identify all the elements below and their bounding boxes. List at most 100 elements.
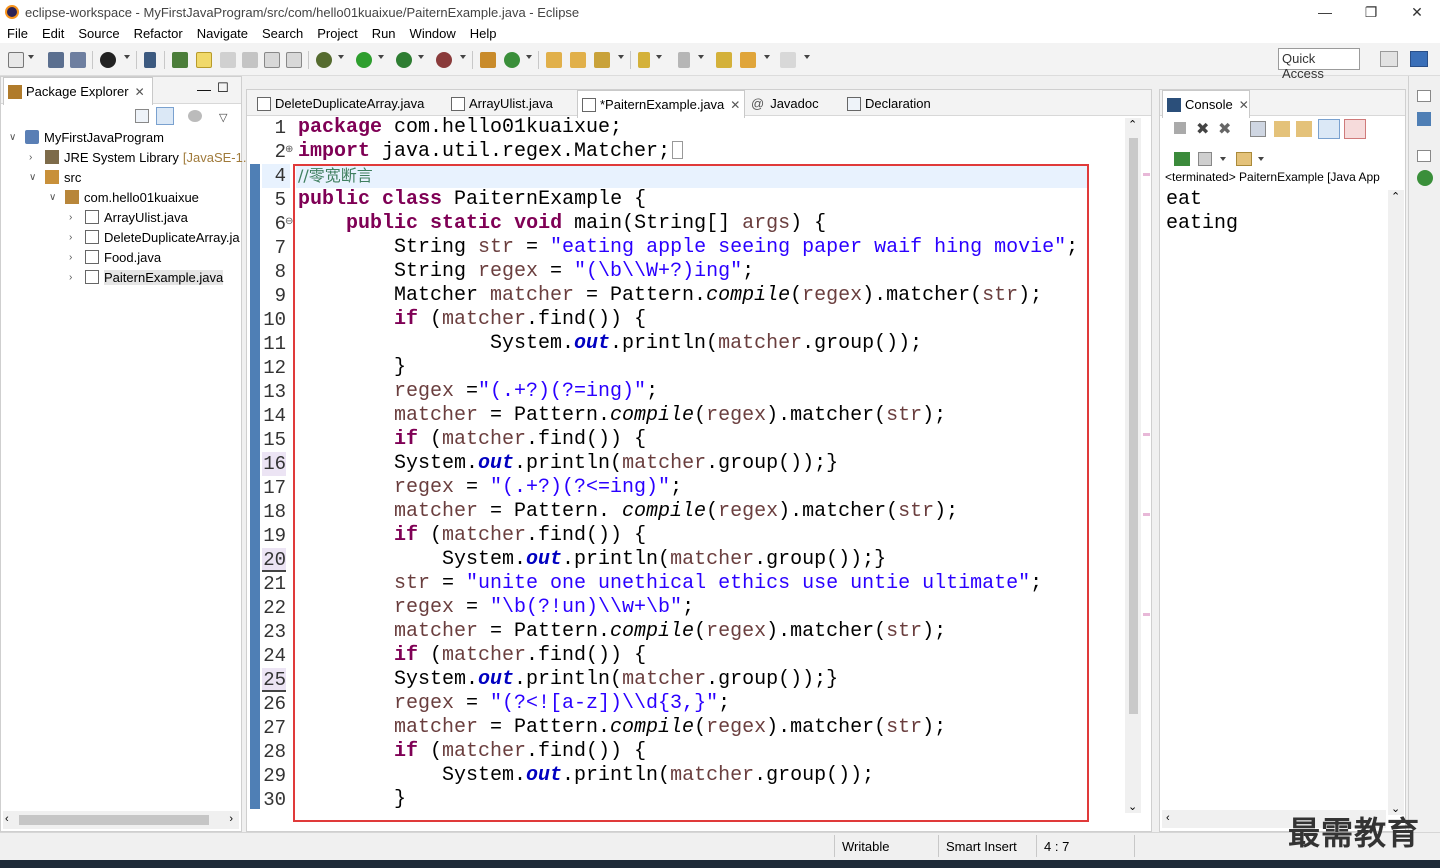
open-folder-icon[interactable] [546,52,562,68]
previous-annotation-icon[interactable] [678,52,690,68]
folded-block-icon[interactable] [672,141,684,159]
open-search-icon[interactable] [570,52,586,68]
next-annotation-dropdown-icon[interactable] [656,55,662,59]
restore-view-icon[interactable] [1417,90,1431,102]
tree-item-package[interactable]: ∨ com.hello01kuaixue [49,187,199,207]
forward-dropdown-icon[interactable] [804,55,810,59]
menu-project[interactable]: Project [310,26,364,41]
focus-active-task-icon[interactable] [188,110,202,122]
open-type-icon[interactable] [172,52,188,68]
scrollbar-thumb[interactable] [19,815,209,825]
tree-item-food[interactable]: › Food.java [69,247,161,267]
search-pen-icon[interactable] [594,52,610,68]
restore-button[interactable]: ❐ [1348,0,1394,24]
new-java-package-icon[interactable] [480,52,496,68]
new-dropdown-icon[interactable] [28,55,34,59]
open-task-icon[interactable] [100,52,116,68]
tree-item-jre-library[interactable]: › JRE System Library [JavaSE-1. [29,147,246,167]
show-whitespace-icon[interactable] [242,52,258,68]
new-icon[interactable] [8,52,24,68]
close-icon[interactable]: ✕ [1239,98,1249,112]
expand-arrow-icon[interactable]: › [69,252,79,263]
open-console-dropdown-icon[interactable] [1258,157,1264,161]
tree-item-src[interactable]: ∨ src [29,167,81,187]
expand-fold-icon[interactable]: ⊕ [285,144,293,155]
minimize-button[interactable]: — [1302,0,1348,24]
tab-declaration[interactable]: Declaration [843,90,953,117]
scroll-lock-icon[interactable] [1274,121,1290,137]
view-menu-icon[interactable]: ▽ [219,111,227,124]
task-list-icon[interactable] [1417,170,1433,186]
word-wrap-icon[interactable] [264,52,280,68]
last-edit-location-icon[interactable] [716,52,732,68]
clear-console-icon[interactable] [1250,121,1266,137]
restore-view-icon[interactable] [1417,150,1431,162]
pin-console-icon[interactable] [1174,152,1190,166]
maximize-view-icon[interactable]: ☐ [217,80,229,96]
expand-arrow-icon[interactable]: › [69,212,79,223]
link-with-editor-icon[interactable] [156,107,174,125]
expand-arrow-icon[interactable]: › [69,232,79,243]
tree-item-project[interactable]: ∨ MyFirstJavaProgram [9,127,164,147]
run-icon[interactable] [356,52,372,68]
menu-search[interactable]: Search [255,26,310,41]
horizontal-scrollbar[interactable]: ‹ › [3,811,239,829]
run-dropdown-icon[interactable] [378,55,384,59]
tab-javadoc[interactable]: @ Javadoc [747,90,837,117]
expand-arrow-icon[interactable]: › [69,272,79,283]
minimize-view-icon[interactable]: — [197,81,211,97]
tab-arrayulist[interactable]: ArrayUlist.java [447,90,573,117]
debug-icon[interactable] [316,52,332,68]
collapse-all-icon[interactable] [135,109,149,123]
debug-dropdown-icon[interactable] [338,55,344,59]
tab-paiternexample[interactable]: *PaiternExample.java ✕ [577,90,745,118]
expand-arrow-icon[interactable]: › [29,152,39,163]
tree-item-deleteduplicatearray[interactable]: › DeleteDuplicateArray.ja [69,227,240,247]
tab-deleteduplicatearray[interactable]: DeleteDuplicateArray.java [253,90,435,117]
close-icon[interactable]: ✕ [730,98,740,112]
tab-console[interactable]: Console ✕ [1162,90,1250,118]
save-icon[interactable] [48,52,64,68]
outline-view-icon[interactable] [1417,112,1431,126]
coverage-icon[interactable] [396,52,412,68]
task-dropdown-icon[interactable] [124,55,130,59]
open-console-icon[interactable] [1236,152,1252,166]
save-all-icon[interactable] [70,52,86,68]
external-tools-icon[interactable] [436,52,452,68]
previous-annotation-dropdown-icon[interactable] [698,55,704,59]
quick-access-input[interactable]: Quick Access [1278,48,1360,81]
mark-occurrences-icon[interactable] [196,52,212,68]
tree-item-paiternexample[interactable]: › PaiternExample.java [69,267,224,287]
remove-all-terminated-icon[interactable]: ✖ [1218,119,1231,139]
pilcrow-icon[interactable] [286,52,302,68]
display-console-dropdown-icon[interactable] [1220,157,1226,161]
overview-ruler[interactable] [1143,118,1151,813]
scrollbar-thumb[interactable] [1129,138,1138,714]
remove-launch-icon[interactable]: ✖ [1196,119,1209,139]
coverage-dropdown-icon[interactable] [418,55,424,59]
word-wrap-console-icon[interactable] [1296,121,1312,137]
back-icon[interactable] [740,52,756,68]
new-java-class-icon[interactable] [504,52,520,68]
show-stdout-icon[interactable] [1318,119,1340,139]
show-stderr-icon[interactable] [1344,119,1366,139]
external-tools-dropdown-icon[interactable] [460,55,466,59]
skip-breakpoints-icon[interactable] [144,52,156,68]
back-dropdown-icon[interactable] [764,55,770,59]
collapse-arrow-icon[interactable]: ∨ [9,132,19,143]
menu-refactor[interactable]: Refactor [127,26,190,41]
display-console-icon[interactable] [1198,152,1212,166]
java-perspective-icon[interactable] [1410,51,1428,67]
open-perspective-icon[interactable] [1380,51,1398,67]
menu-edit[interactable]: Edit [35,26,71,41]
menu-source[interactable]: Source [71,26,126,41]
close-icon[interactable]: ✕ [135,85,145,99]
close-window-button[interactable]: ✕ [1394,0,1440,24]
tree-item-arrayulist[interactable]: › ArrayUlist.java [69,207,188,227]
new-class-dropdown-icon[interactable] [526,55,532,59]
forward-icon[interactable] [780,52,796,68]
console-vertical-scrollbar[interactable]: ⌃ ⌄ [1388,190,1404,815]
editor-vertical-scrollbar[interactable]: ⌃ ⌄ [1125,118,1141,813]
search-dropdown-icon[interactable] [618,55,624,59]
collapse-arrow-icon[interactable]: ∨ [49,192,59,203]
